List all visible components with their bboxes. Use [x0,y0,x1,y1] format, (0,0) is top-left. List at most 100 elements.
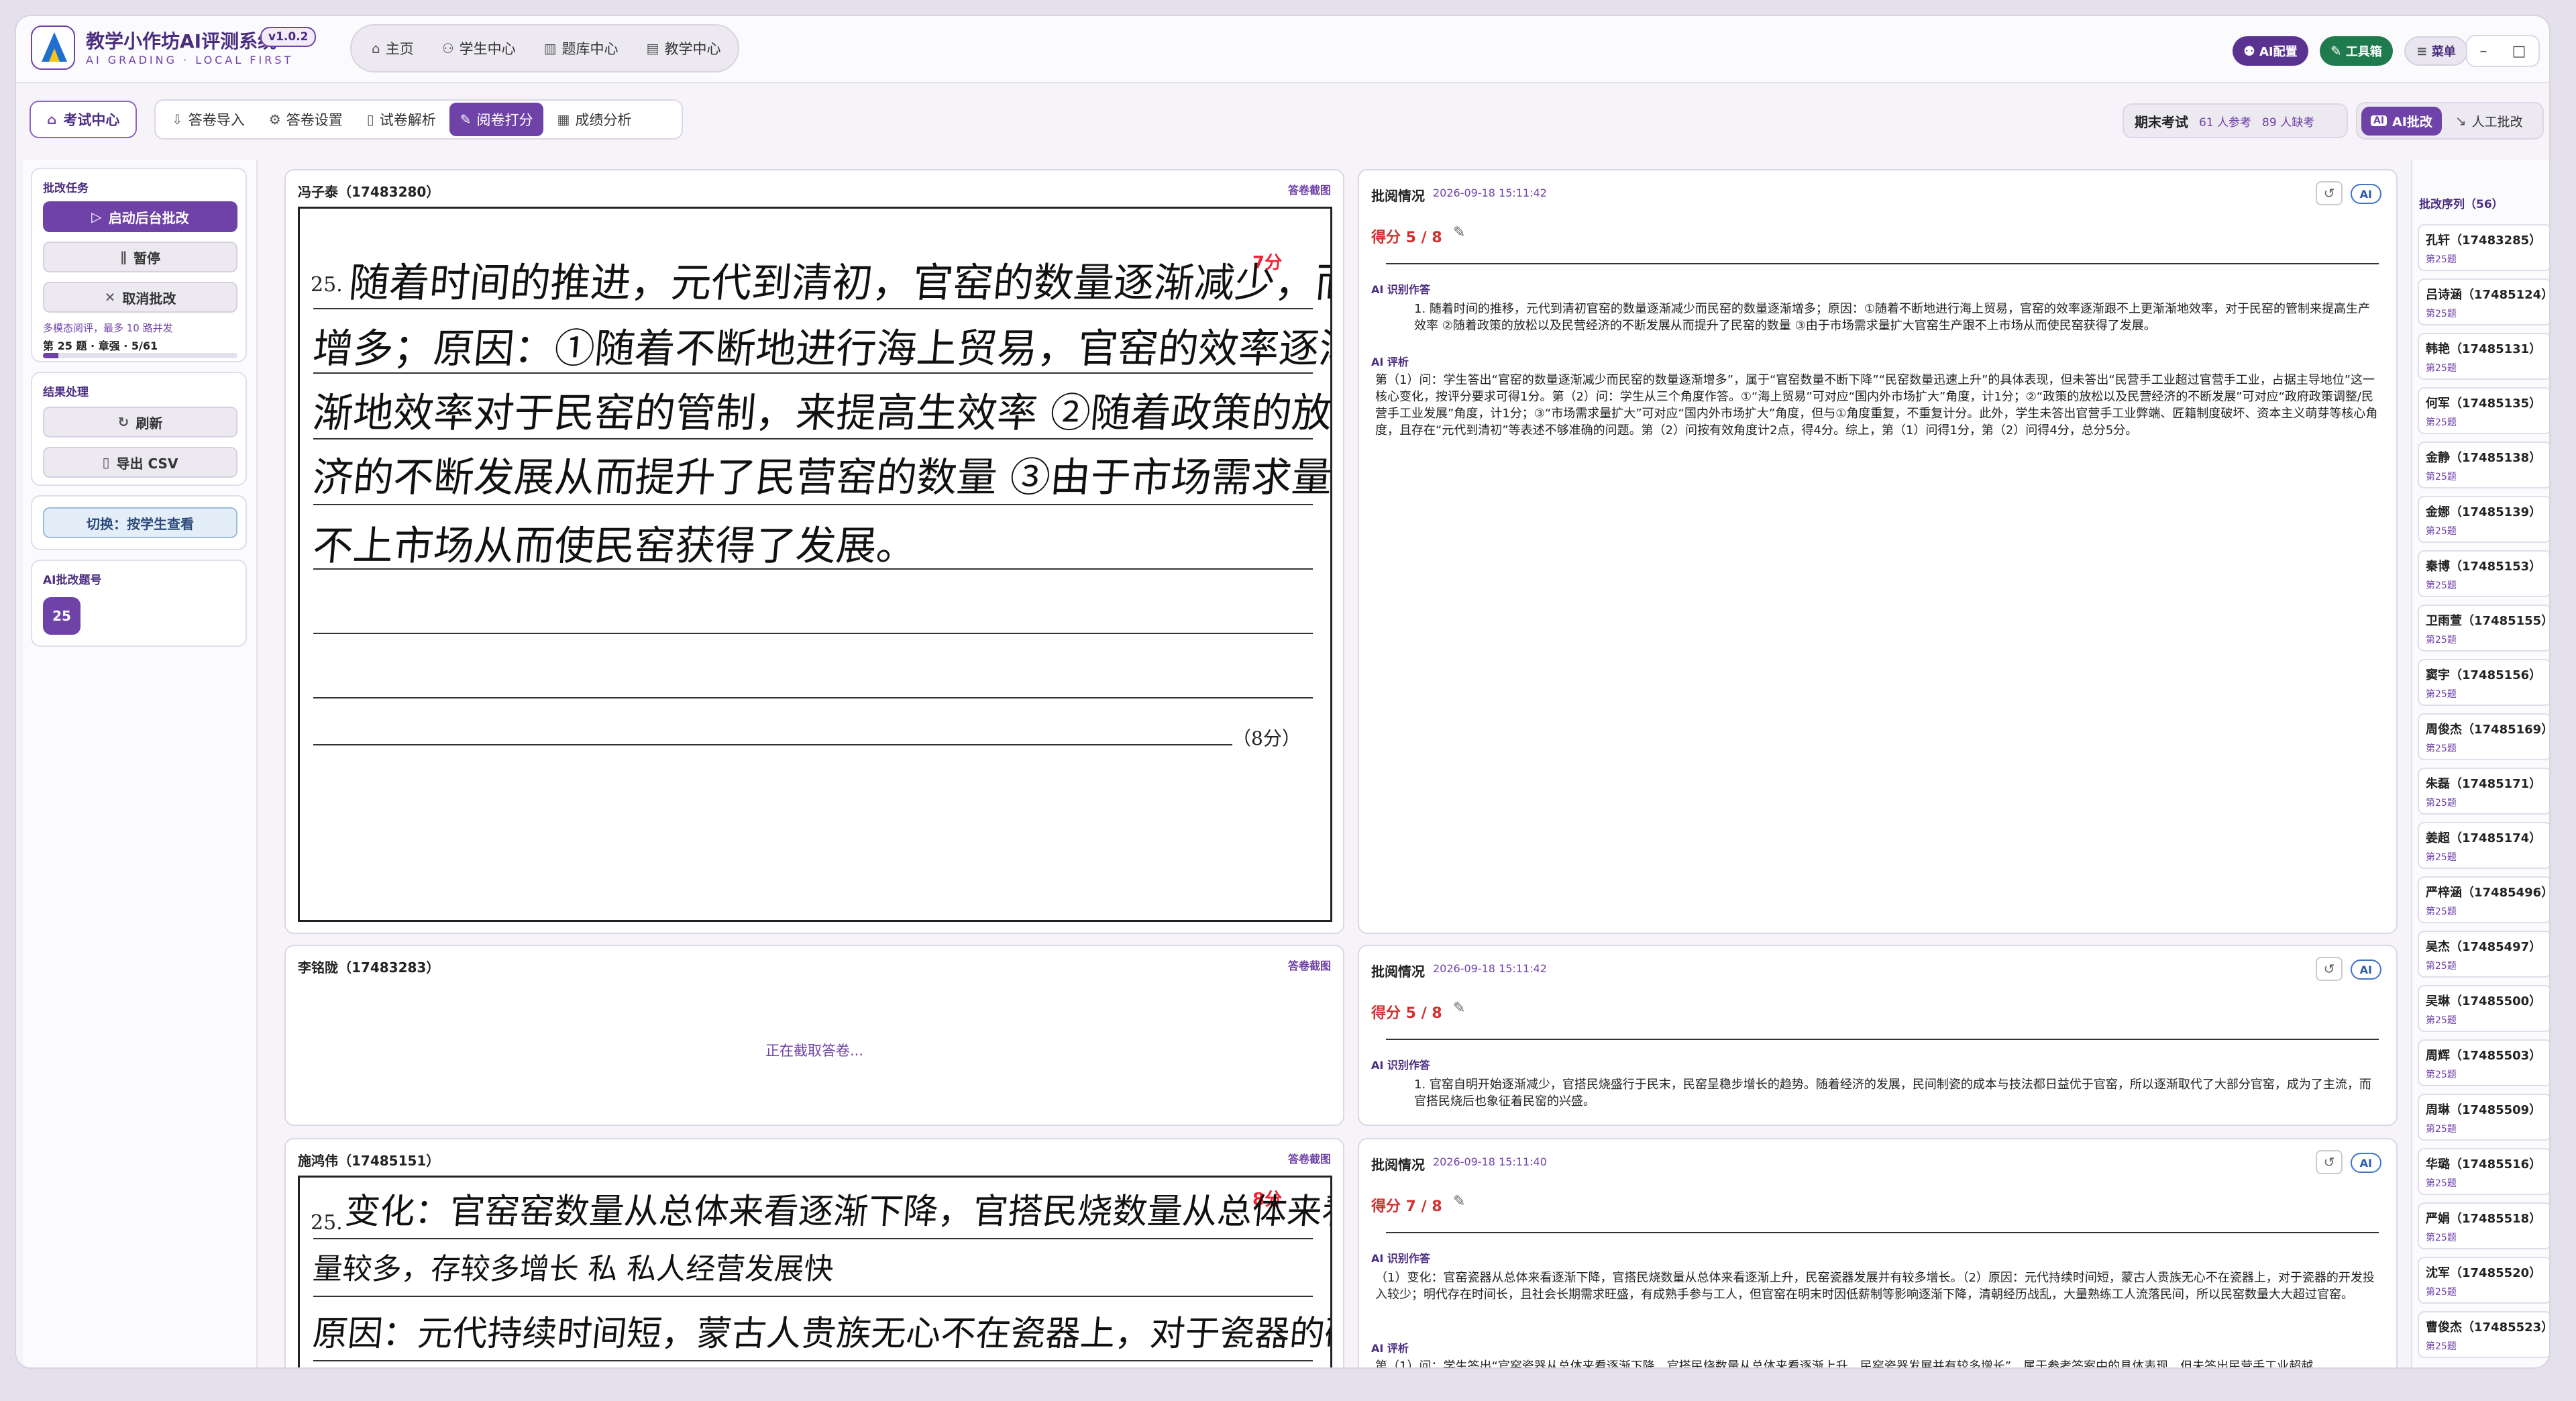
queue-item[interactable]: 严梓涵（17485496） 第25题 [2418,876,2551,923]
queue-item[interactable]: 吴杰（17485497） 第25题 [2418,931,2549,978]
grading-score: 得分 5 / 8 [1371,1005,1442,1022]
student-name: 冯子泰（17483280） [298,184,440,200]
file-icon: ▯ [102,454,110,470]
queue-item[interactable]: 姜超（17485174） 第25题 [2418,822,2549,869]
queue-item-name: 周琳（17485509） [2426,1103,2542,1117]
handwriting-line: 渐地效率对于民窑的管制，来提高生效率 ②随着政策的放松以及民营经 [311,390,1332,437]
minimize-icon[interactable]: – [2480,43,2487,60]
queue-item[interactable]: 周琳（17485509） 第25题 [2418,1094,2549,1141]
evaluation-text: 第（1）问：学生答出“官窑的数量逐渐减少而民窑的数量逐渐增多”，属于“官窑数量不… [1375,373,2378,437]
queue-item[interactable]: 窦宇（17485156） 第25题 [2418,659,2549,706]
nav-question-bank[interactable]: ▥ 题库中心 [532,32,631,65]
ai-icon: AI [2371,115,2387,126]
queue-item[interactable]: 周俊杰（17485169） 第25题 [2418,713,2551,760]
points-note: （8分） [1232,727,1301,749]
handwriting-line: 量较多，存较多增长 私 私人经营发展快 [311,1252,835,1286]
chart-icon: ▦ [557,111,570,127]
queue-item-name: 卫雨萱（17485155） [2426,614,2551,628]
queue-item-question: 第25题 [2426,309,2457,319]
maximize-icon[interactable]: □ [2512,43,2526,60]
queue-item[interactable]: 金静（17485138） 第25题 [2418,442,2549,488]
nav-teaching[interactable]: ▤ 教学中心 [635,32,733,65]
queue-item[interactable]: 韩艳（17485131） 第25题 [2418,333,2549,380]
queue-item[interactable]: 严娟（17485518） 第25题 [2418,1202,2549,1249]
handwriting-line: 变化：官窑窑数量从总体来看逐渐下降，官搭民烧数量从总体来看逐渐上升，民营窑业 [343,1192,1332,1232]
import-icon: ⇩ [172,111,183,127]
result-card-title: 结果处理 [43,386,89,399]
queue-item-question: 第25题 [2426,526,2457,537]
handwriting-line: 原因：元代持续时间短，蒙古人贵族无心不在瓷器上，对于瓷器的研发投入较少 [311,1314,1332,1354]
queue-item-question: 第25题 [2426,1124,2457,1135]
switch-view-button[interactable]: 切换：按学生查看 [43,507,237,538]
queue-item[interactable]: 金娜（17485139） 第25题 [2418,496,2549,543]
answer-sheet-image: 25. 7分 随着时间的推进，元代到清初，官窑的数量逐渐减少，而民窑的数量逐渐 … [298,207,1332,922]
question-number: 25. [311,1211,343,1235]
pen-icon: ✎ [460,111,472,127]
queue-item-name: 周俊杰（17485169） [2426,723,2551,737]
answer-screenshot-link[interactable]: 答卷截图 [1288,1150,1331,1166]
tab-analysis[interactable]: ▦ 成绩分析 [546,103,642,136]
export-csv-button[interactable]: ▯ 导出 CSV [43,447,237,478]
queue-item-name: 姜超（17485174） [2426,831,2542,845]
tab-settings[interactable]: ⚙ 答卷设置 [258,103,354,136]
queue-item-question: 第25题 [2426,852,2457,863]
queue-item[interactable]: 秦博（17485153） 第25题 [2418,550,2549,597]
nav-home[interactable]: ⌂ 主页 [360,32,426,65]
toolbox-button[interactable]: ✎ 工具箱 [2320,36,2393,66]
edit-score-icon[interactable]: ✎ [1453,1193,1465,1210]
tab-import[interactable]: ⇩ 答卷导入 [161,103,256,136]
queue-item-question: 第25题 [2426,1015,2457,1026]
queue-item[interactable]: 朱磊（17485171） 第25题 [2418,768,2549,815]
queue-item[interactable]: 孔轩（17483285） 第25题 [2418,224,2549,271]
ai-config-button[interactable]: ⚉ AI配置 [2233,36,2308,66]
grading-card: 批阅情况 2026-09-18 15:11:42 ↺ AI 得分 5 / 8 ✎… [1358,169,2398,934]
progress-text: 第 25 题 · 章强 · 5/61 [43,340,158,352]
queue-item[interactable]: 吕诗涵（17485124） 第25题 [2418,278,2549,325]
queue-item-question: 第25题 [2426,363,2457,374]
queue-item[interactable]: 吴琳（17485500） 第25题 [2418,985,2549,1032]
nav-students[interactable]: ⚇ 学生中心 [430,32,528,65]
edit-score-icon[interactable]: ✎ [1453,1000,1465,1017]
main-nav: ⌂ 主页 ⚇ 学生中心 ▥ 题库中心 ▤ 教学中心 [350,24,739,72]
cancel-grading-button[interactable]: ✕ 取消批改 [43,282,237,313]
queue-item[interactable]: 何军（17485135） 第25题 [2418,387,2549,434]
queue-list: 孔轩（17483285） 第25题 吕诗涵（17485124） 第25题 韩艳（1748… [2418,224,2551,1365]
queue-item-question: 第25题 [2426,1070,2457,1080]
refresh-button[interactable]: ↻ 刷新 [43,407,237,437]
student-name: 李铭陇（17483283） [298,959,440,976]
grading-title: 批阅情况 [1371,188,1425,204]
tab-paper-parse[interactable]: ▯ 试卷解析 [356,103,447,136]
queue-item-question: 第25题 [2426,906,2457,917]
tab-grading[interactable]: ✎ 阅卷打分 [449,103,544,136]
regrade-icon[interactable]: ↺ [2316,1150,2343,1174]
edit-score-icon[interactable]: ✎ [1453,224,1465,241]
question-chip-25[interactable]: 25 [43,597,80,635]
ai-grading-mode[interactable]: AI AI批改 [2361,106,2442,136]
grading-task-card: 批改任务 ▷ 启动后台批改 ∥ 暂停 ✕ 取消批改 多模态阅评，最多 10 路并发 第… [31,168,247,362]
manual-grading-mode[interactable]: ↘ 人工批改 [2446,107,2532,136]
answer-screenshot-link[interactable]: 答卷截图 [1288,957,1331,973]
queue-item-name: 严梓涵（17485496） [2426,886,2551,900]
regrade-icon[interactable]: ↺ [2316,957,2343,981]
pause-button[interactable]: ∥ 暂停 [43,242,237,272]
ocr-title: AI 识别作答 [1371,1059,1430,1072]
start-background-grading-button[interactable]: ▷ 启动后台批改 [43,201,237,232]
grading-score: 得分 7 / 8 [1371,1198,1442,1215]
queue-item[interactable]: 华璐（17485516） 第25题 [2418,1148,2549,1195]
handwriting-line: 济的不断发展从而提升了民营窑的数量 ③由于市场需求量扩大，官窑生产跟 [311,454,1332,501]
exam-center-button[interactable]: ⌂ 考试中心 [30,101,138,138]
grading-time: 2026-09-18 15:11:42 [1433,962,1547,975]
queue-item-question: 第25题 [2426,1341,2457,1352]
queue-item[interactable]: 曹俊杰（17485523） 第25题 [2418,1311,2549,1358]
ocr-text: （1）变化：官窑瓷器从总体来看逐渐下降，官搭民烧数量从总体来看逐渐上升，民窑瓷器… [1375,1271,2375,1302]
exam-info: 期末考试 61 人参考 89 人缺考 [2123,103,2348,138]
menu-button[interactable]: ≡ 菜单 [2404,36,2468,66]
grading-score: 得分 5 / 8 [1371,229,1442,246]
answer-screenshot-link[interactable]: 答卷截图 [1288,181,1331,197]
app-title: 教学小作坊AI评测系统 [86,30,277,52]
queue-item[interactable]: 周辉（17485503） 第25题 [2418,1039,2549,1086]
regrade-icon[interactable]: ↺ [2316,181,2343,205]
queue-item[interactable]: 卫雨萱（17485155） 第25题 [2418,605,2551,652]
queue-item[interactable]: 沈军（17485520） 第25题 [2418,1257,2549,1304]
grading-card: 批阅情况 2026-09-18 15:11:42 ↺ AI 得分 5 / 8 ✎… [1358,945,2398,1126]
